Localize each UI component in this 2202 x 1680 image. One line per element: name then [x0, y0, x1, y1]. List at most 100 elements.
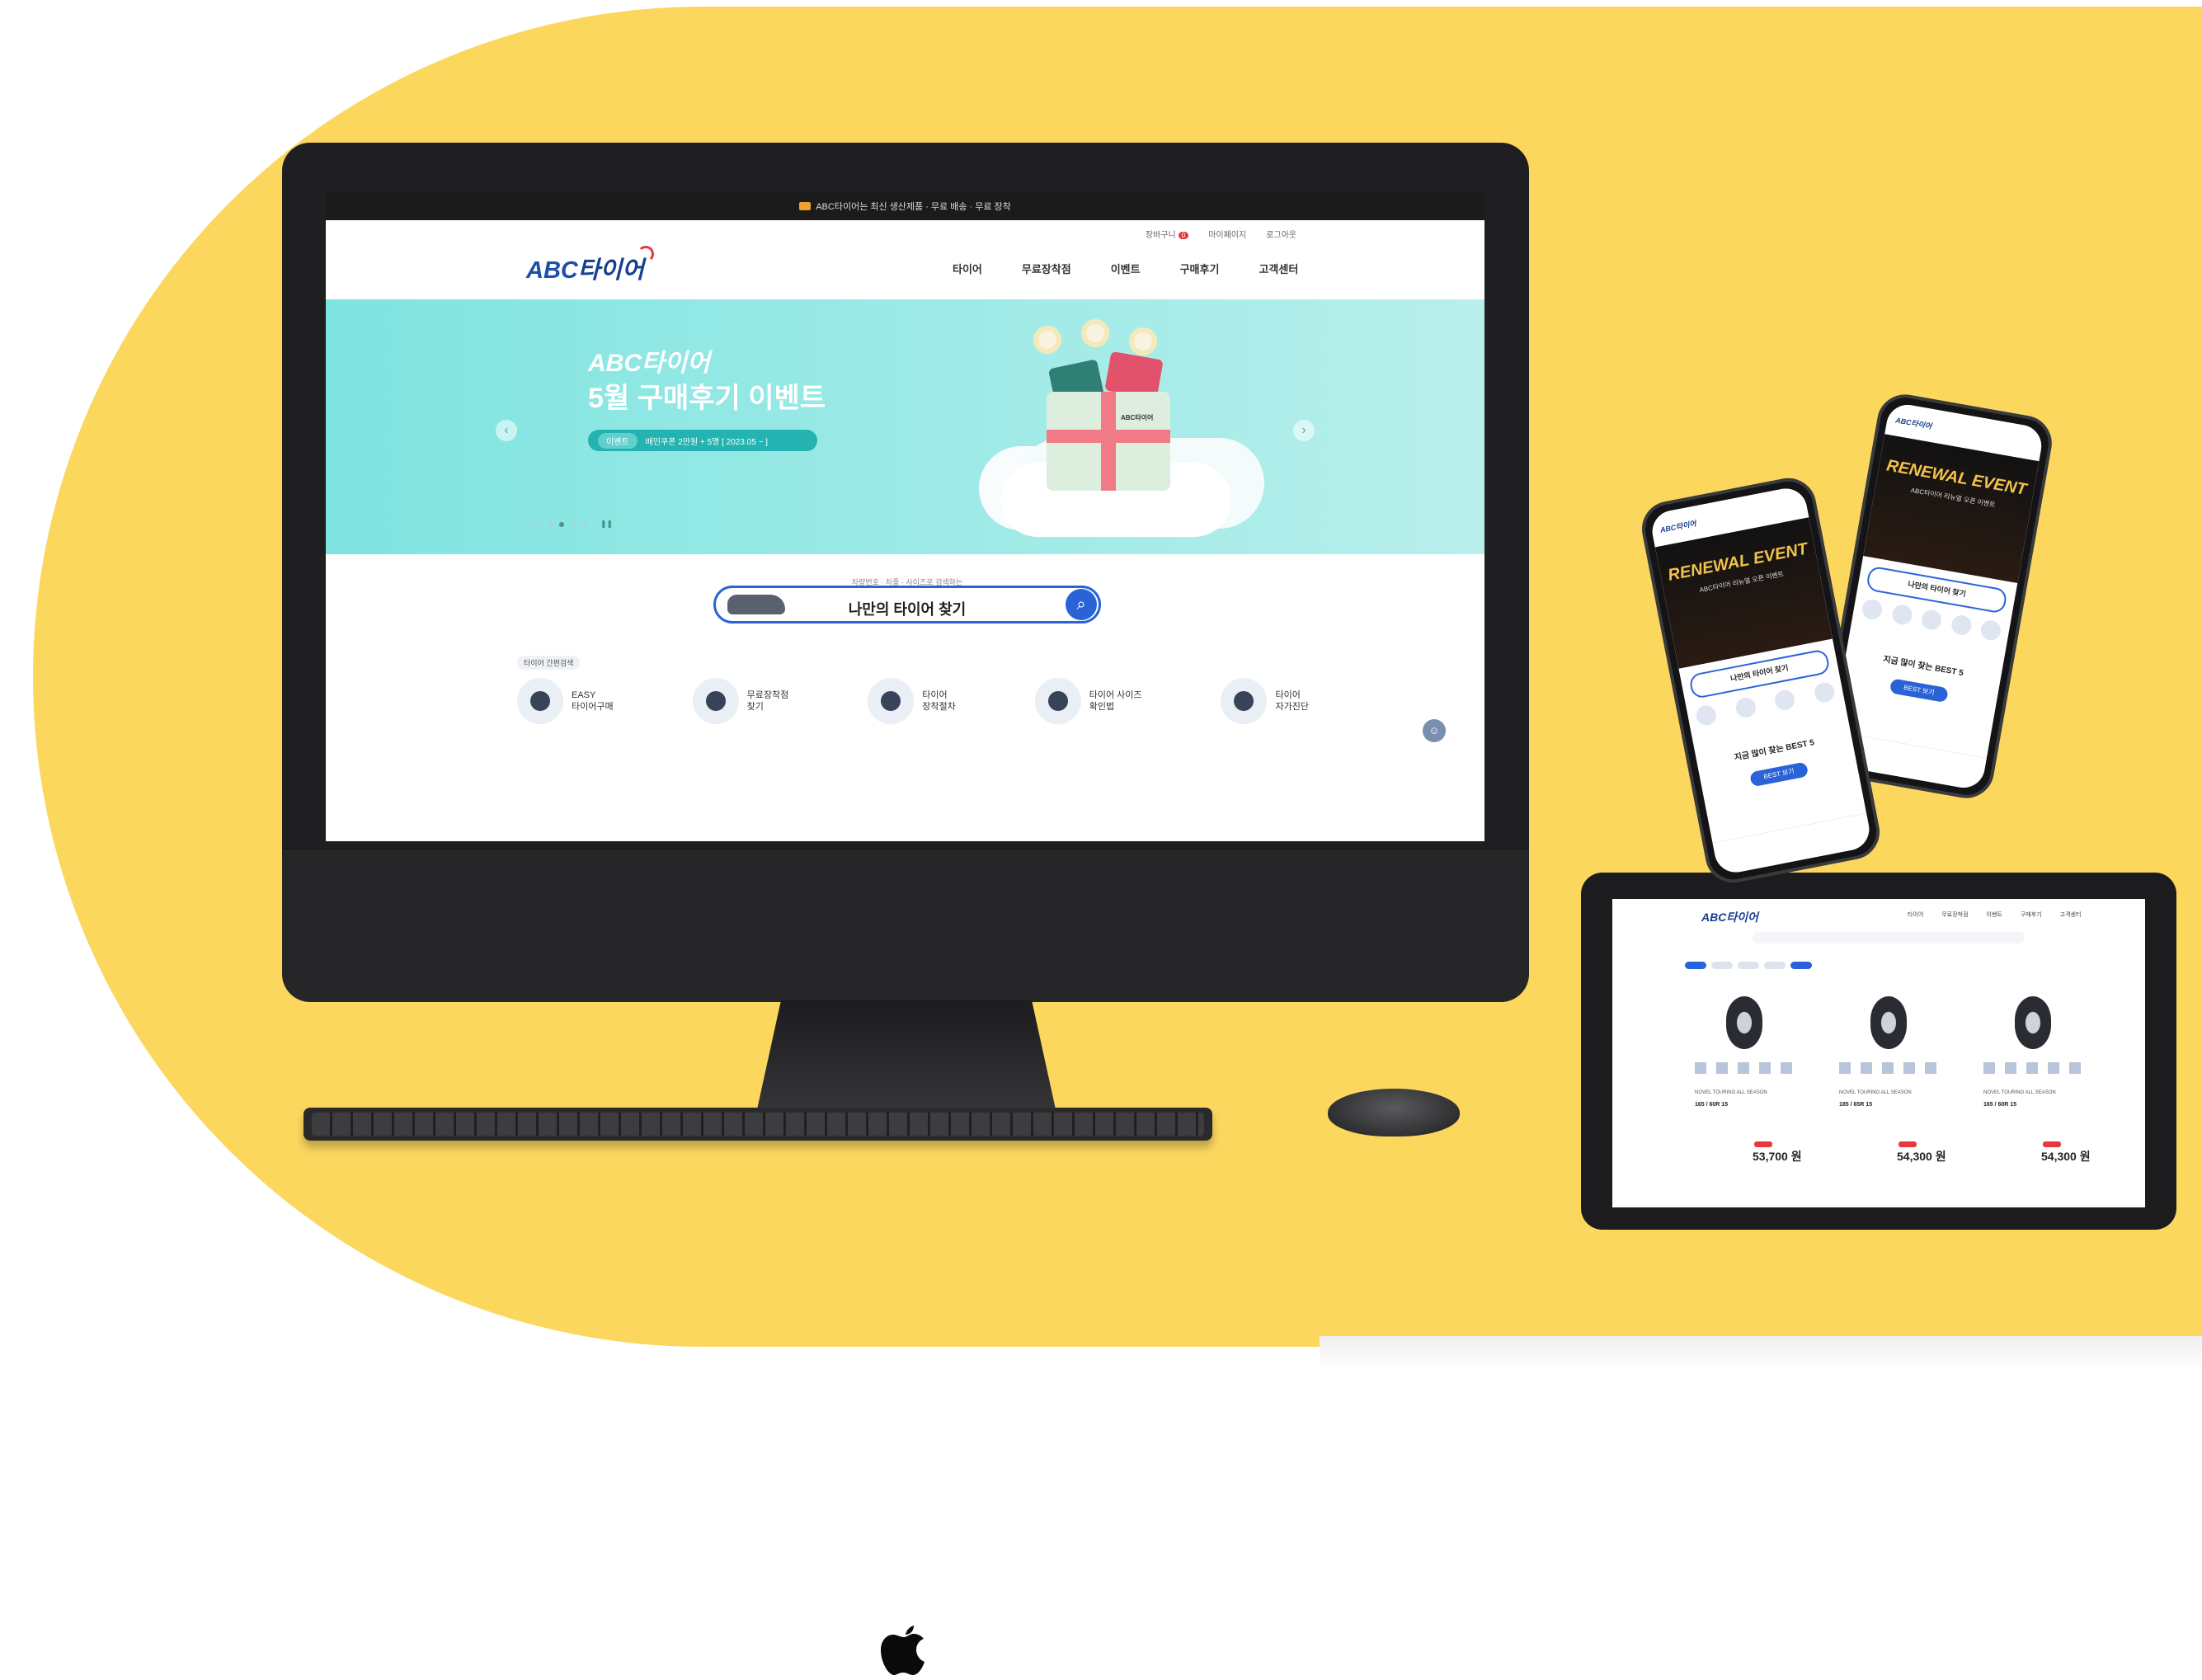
- nav-reviews[interactable]: 구매후기: [1180, 261, 1220, 276]
- quick-icon[interactable]: [1950, 613, 1973, 637]
- chat-icon[interactable]: ☺: [1423, 719, 1446, 742]
- filter-chip[interactable]: [1711, 962, 1733, 969]
- hero-dot[interactable]: [571, 521, 576, 527]
- phone-best-button[interactable]: BEST 보기: [1889, 678, 1949, 704]
- tablet-nav-item[interactable]: 구매후기: [2021, 911, 2042, 919]
- hero-next-arrow-icon[interactable]: ›: [1293, 420, 1315, 441]
- apple-logo-icon: [881, 1626, 925, 1675]
- filter-chip-active[interactable]: [1685, 962, 1706, 969]
- quick-menu-install-shops[interactable]: 무료장착점 찾기: [692, 678, 788, 724]
- filter-chip[interactable]: [1738, 962, 1759, 969]
- search-icon[interactable]: ⌕: [1066, 589, 1097, 620]
- tablet-filter-chips: [1685, 962, 1812, 969]
- phone-best-title: 지금 많이 찾는 BEST 5: [1882, 655, 1964, 679]
- product-size: 165 / 60R 15: [1983, 1102, 2017, 1108]
- promo-bar: ABC타이어는 최신 생산제품 · 무료 배송 · 무료 장착: [326, 191, 1484, 220]
- quick-menu-label: 타이어 간편검색: [517, 656, 581, 670]
- quick-icon[interactable]: [1861, 597, 1884, 621]
- phone-best-button[interactable]: BEST 보기: [1749, 761, 1809, 788]
- nav-install-shops[interactable]: 무료장착점: [1022, 261, 1071, 276]
- promo-flag-icon: [799, 201, 812, 210]
- quick-menu-size-guide[interactable]: 타이어 사이즈 확인법: [1034, 678, 1141, 724]
- quick-icon[interactable]: [1890, 603, 1913, 627]
- product-grid: NOVEL TOURING ALL SEASON 165 / 60R 15 53…: [1685, 985, 2097, 1174]
- finder-caption: 차량번호 · 차종 · 사이즈로 검색하는: [851, 578, 963, 586]
- phone-best-title: 지금 많이 찾는 BEST 5: [1734, 738, 1815, 763]
- keyboard-keys: [312, 1113, 1204, 1136]
- product-name: NOVEL TOURING ALL SEASON: [1983, 1090, 2056, 1095]
- product-name: NOVEL TOURING ALL SEASON: [1695, 1090, 1767, 1095]
- spec-icons: [1839, 1062, 1943, 1074]
- logout-link[interactable]: 로그아웃: [1266, 228, 1296, 240]
- site-logo[interactable]: ABC타이어: [526, 246, 654, 285]
- nav-support[interactable]: 고객센터: [1259, 261, 1298, 276]
- mypage-link[interactable]: 마이페이지: [1208, 228, 1246, 240]
- cart-link[interactable]: 장바구니 0: [1146, 228, 1189, 240]
- quick-menu-easy-buy[interactable]: EASY 타이어구매: [517, 678, 614, 724]
- tablet-logo[interactable]: ABC타이어: [1701, 909, 1758, 925]
- phone-event-banner[interactable]: RENEWAL EVENT ABC타이어 리뉴얼 오픈 이벤트: [1863, 434, 2040, 583]
- location-pin-icon: [692, 678, 739, 724]
- mouse: [1328, 1089, 1460, 1136]
- sale-badge: [1899, 1141, 1917, 1147]
- quick-menu: EASY 타이어구매 무료장착점 찾기 타이어 장착절차 타이어 사이즈 확인법…: [517, 678, 1309, 724]
- imac-stand: [757, 1000, 1056, 1109]
- quick-icon[interactable]: [1920, 608, 1943, 632]
- product-card[interactable]: NOVEL TOURING ALL SEASON 165 / 60R 15 54…: [1974, 985, 2097, 1174]
- tire-image-icon: [2015, 996, 2051, 1049]
- quick-icon[interactable]: [1773, 688, 1797, 712]
- product-price: 54,300 원: [1897, 1150, 1946, 1163]
- tire-icon: [517, 678, 563, 724]
- imac-chin: [282, 848, 1529, 1675]
- product-price: 53,700 원: [1753, 1150, 1802, 1163]
- tablet-product-list-screen: ABC타이어 타이어 무료장착점 이벤트 구매후기 고객센터 NOVEL TOU…: [1612, 899, 2145, 1207]
- keyboard: [303, 1108, 1212, 1141]
- quick-icon[interactable]: [1979, 619, 2002, 642]
- site-header: ABC타이어 타이어 무료장착점 이벤트 구매후기 고객센터: [326, 241, 1484, 299]
- checklist-icon: [1221, 678, 1268, 724]
- magnifier-icon: [1034, 678, 1081, 724]
- sale-badge: [1754, 1141, 1772, 1147]
- tire-finder-search[interactable]: 차량번호 · 차종 · 사이즈로 검색하는 나만의 타이어 찾기 ⌕: [713, 578, 1101, 624]
- quick-icon[interactable]: [1694, 704, 1718, 727]
- flower-decoration: [1081, 319, 1109, 347]
- product-size: 165 / 60R 15: [1695, 1102, 1729, 1108]
- product-card[interactable]: NOVEL TOURING ALL SEASON 185 / 65R 15 54…: [1829, 985, 1953, 1174]
- hero-dot[interactable]: [582, 521, 587, 527]
- nav-tire[interactable]: 타이어: [953, 261, 982, 276]
- gift-box-illustration: ABC타이어: [984, 319, 1248, 545]
- hero-dot[interactable]: [536, 521, 541, 527]
- flower-decoration: [1129, 327, 1157, 355]
- hero-title: 5월 구매후기 이벤트: [588, 383, 826, 414]
- tablet-nav-item[interactable]: 타이어: [1908, 911, 1923, 919]
- desktop-website-screen: ABC타이어는 최신 생산제품 · 무료 배송 · 무료 장착 장바구니 0 마이…: [326, 191, 1484, 841]
- filter-chip-active[interactable]: [1790, 962, 1812, 969]
- flower-decoration: [1033, 326, 1061, 354]
- quick-icon[interactable]: [1734, 696, 1757, 720]
- product-name: NOVEL TOURING ALL SEASON: [1839, 1090, 1912, 1095]
- tablet-filter-bar[interactable]: [1753, 932, 2025, 944]
- hero-dot-active[interactable]: [559, 521, 564, 527]
- tablet-nav-item[interactable]: 무료장착점: [1941, 911, 1968, 919]
- product-price: 54,300 원: [2041, 1150, 2091, 1163]
- hero-dot[interactable]: [548, 521, 553, 527]
- quick-menu-self-check[interactable]: 타이어 자가진단: [1221, 678, 1309, 724]
- hero-banner[interactable]: ABC타이어 5월 구매후기 이벤트 이벤트 배민쿠폰 2만원 + 5명 [ 2…: [326, 299, 1484, 554]
- hero-event-pill: 이벤트 배민쿠폰 2만원 + 5명 [ 2023.05 ~ ]: [588, 430, 817, 451]
- gift-ribbon: [1047, 430, 1170, 443]
- finder-label: 나만의 타이어 찾기: [848, 601, 967, 618]
- quick-menu-install-process[interactable]: 타이어 장착절차: [868, 678, 956, 724]
- product-card[interactable]: NOVEL TOURING ALL SEASON 165 / 60R 15 53…: [1685, 985, 1809, 1174]
- main-nav: 타이어 무료장착점 이벤트 구매후기 고객센터: [953, 261, 1298, 276]
- filter-chip[interactable]: [1764, 962, 1786, 969]
- sale-badge: [2043, 1141, 2061, 1147]
- cart-icon: [868, 678, 915, 724]
- spec-icons: [1695, 1062, 1799, 1074]
- hero-prev-arrow-icon[interactable]: ‹: [496, 420, 517, 441]
- product-size: 185 / 65R 15: [1839, 1102, 1873, 1108]
- nav-event[interactable]: 이벤트: [1111, 261, 1141, 276]
- tablet-nav-item[interactable]: 이벤트: [1987, 911, 2002, 919]
- quick-icon[interactable]: [1813, 680, 1837, 704]
- hero-pause-icon[interactable]: ❚❚: [600, 520, 613, 529]
- tablet-nav-item[interactable]: 고객센터: [2060, 911, 2082, 919]
